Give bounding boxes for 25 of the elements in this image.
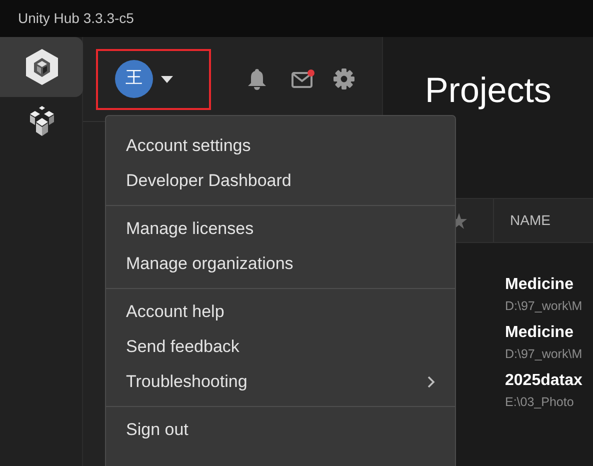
project-name[interactable]: Medicine [505,275,593,295]
settings-icon[interactable] [333,68,355,90]
caret-icon [161,76,173,82]
menu-item[interactable]: Account settings [106,128,455,163]
rail-tab[interactable] [0,37,83,97]
project-name[interactable]: 2025datax [505,371,593,391]
account-button[interactable]: 王 [96,48,211,110]
menu-item[interactable]: Manage organizations [106,246,455,281]
project-path: E:\03_Photo [505,394,575,410]
project-name[interactable]: Medicine [505,323,593,343]
menu-item[interactable]: Send feedback [106,329,455,364]
menu-item[interactable]: Account help [106,294,455,329]
window-title: Unity Hub 3.3.3-c5 [18,9,134,28]
menu-item[interactable]: Developer Dashboard [106,163,455,198]
column-header[interactable]: NAME [510,210,550,231]
avatar: 王 [115,60,153,98]
project-path: D:\97_work\M [505,298,584,314]
cube-logo-icon [24,48,58,86]
menu-item[interactable]: Sign out [106,412,455,447]
project-path: D:\97_work\M [505,346,584,362]
menu-item[interactable]: Troubleshooting [106,364,455,399]
page-title: Projects [425,73,552,108]
mail-icon[interactable] [291,69,315,89]
menu-item[interactable]: Manage licenses [106,211,455,246]
bell-icon[interactable] [247,68,267,90]
